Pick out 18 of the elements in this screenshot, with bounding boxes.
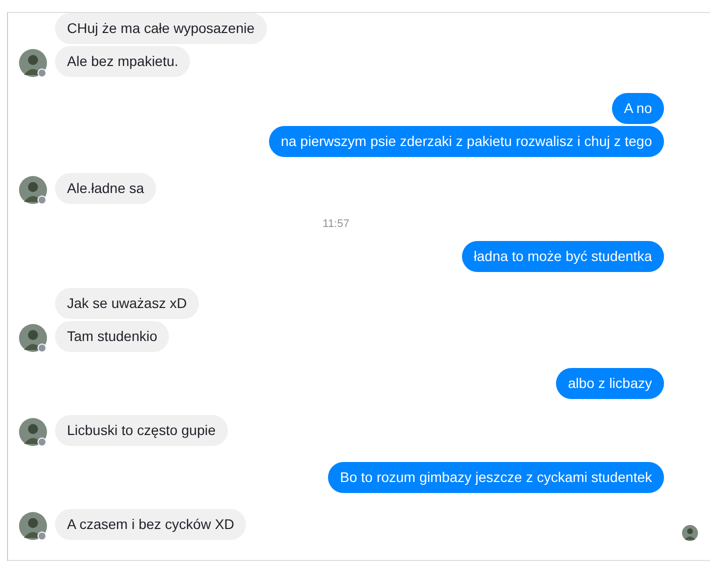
avatar-icon <box>19 176 47 204</box>
message-bubble: albo z licbazy <box>556 368 664 398</box>
avatar-icon <box>19 324 47 352</box>
message-bubble: Ale.ładne sa <box>55 173 156 204</box>
timestamp: 11:57 <box>322 218 350 230</box>
message-bubble: Bo to rozum gimbazy jeszcze z cyckami studentek <box>328 462 664 492</box>
avatar-icon <box>19 418 47 446</box>
message-bubble: CHuj że ma całe wyposazenie <box>55 13 267 44</box>
avatar-icon <box>19 512 47 540</box>
message-bubble: ładna to może być studentka <box>462 240 664 272</box>
avatar-icon <box>19 49 47 77</box>
message-bubble: Tam studenkio <box>55 320 170 352</box>
message-bubble: Ale bez mpakietu. <box>55 46 190 77</box>
message-bubble: na pierwszym psie zderzaki z pakietu rozwalisz i chuj z tego <box>268 126 664 157</box>
message-bubble: A no <box>612 93 664 124</box>
message-bubble: Licbuski to często gupie <box>55 414 228 446</box>
message-bubble: Jak se uważasz xD <box>55 288 199 318</box>
message-bubble: A czasem i bez cycków XD <box>55 508 246 540</box>
